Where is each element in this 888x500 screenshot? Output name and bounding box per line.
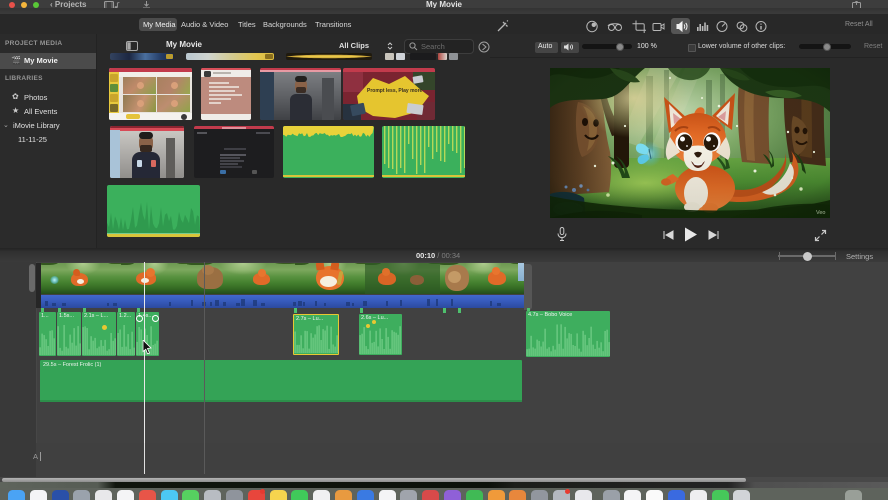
svg-text:Veo: Veo bbox=[816, 210, 825, 216]
